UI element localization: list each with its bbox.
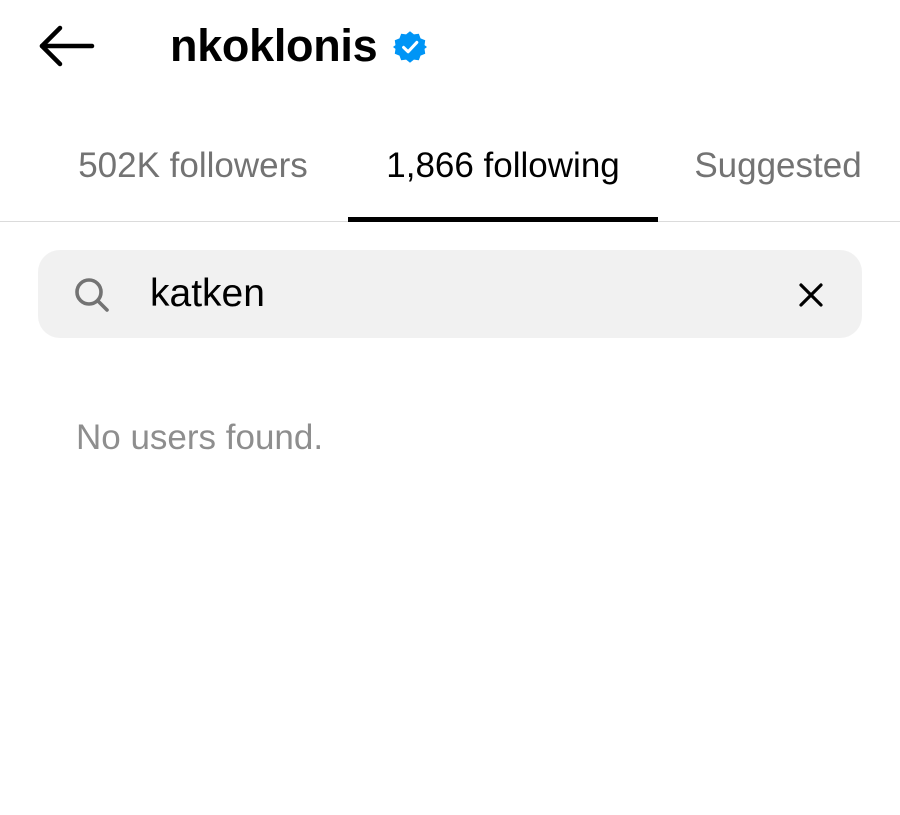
search-input[interactable]: [150, 268, 750, 320]
tab-label: l: [0, 146, 10, 186]
verified-badge-icon: [393, 30, 428, 64]
search-icon: [72, 275, 112, 315]
clear-search-button[interactable]: [792, 276, 830, 314]
tab-following[interactable]: 1,866 following: [348, 128, 658, 222]
tab-partial[interactable]: l: [0, 128, 10, 220]
tab-label: 1,866 following: [386, 146, 620, 185]
top-bar: nkoklonis: [0, 0, 900, 95]
username: nkoklonis: [170, 20, 378, 71]
profile-title: nkoklonis: [170, 18, 428, 74]
tab-followers[interactable]: 502K followers: [54, 128, 332, 220]
tab-label: 502K followers: [78, 146, 308, 185]
back-button[interactable]: [36, 22, 96, 70]
arrow-left-icon: [39, 25, 95, 67]
empty-results-message: No users found.: [76, 418, 324, 457]
active-tab-indicator: [348, 217, 658, 222]
tab-label: Suggested: [694, 146, 862, 185]
close-icon: [799, 283, 823, 307]
tab-suggested[interactable]: Suggested: [668, 128, 888, 220]
follow-tabs: l 502K followers 1,866 following Suggest…: [0, 128, 900, 222]
